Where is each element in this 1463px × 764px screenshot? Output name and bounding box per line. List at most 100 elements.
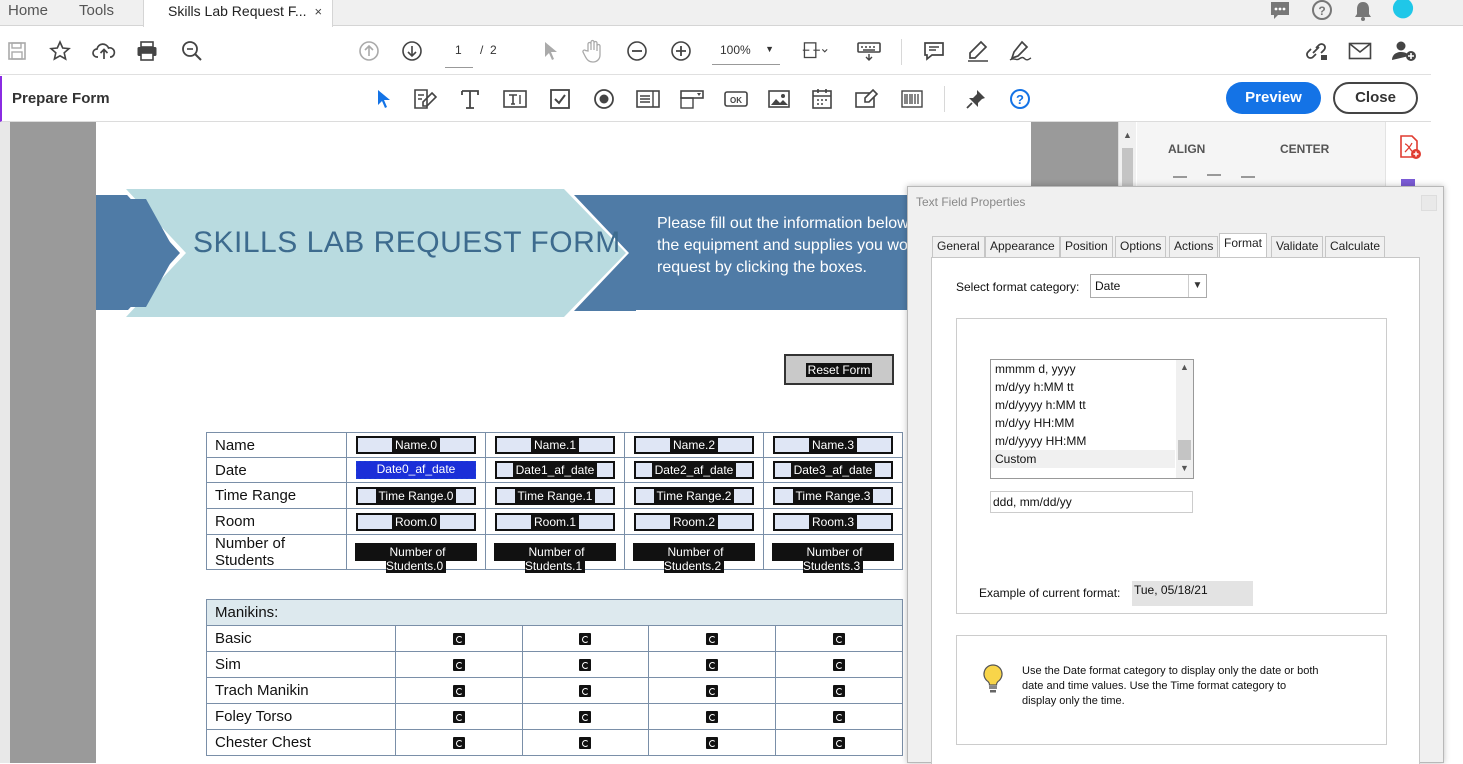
upload-cloud-icon[interactable] [91,38,117,64]
star-icon[interactable] [47,38,73,64]
checkbox-field[interactable] [579,684,592,697]
tab-home[interactable]: Home [8,0,48,26]
time-range-field[interactable]: Time Range.0 [356,486,476,505]
tab-format[interactable]: Format [1219,233,1268,258]
checkbox-field[interactable] [452,658,465,671]
format-category-select[interactable]: Date ▼ [1090,274,1207,298]
avatar[interactable] [1392,0,1414,22]
list-scrollbar[interactable]: ▲ ▼ [1176,360,1193,478]
radio-button-icon[interactable] [591,86,617,112]
save-icon[interactable] [4,38,30,64]
room-field[interactable]: Room.3 [773,512,893,531]
checkbox-field[interactable] [452,710,465,723]
checkbox-field[interactable] [706,684,719,697]
list-item[interactable]: m/d/yy h:MM tt [991,378,1175,396]
chat-icon[interactable] [1269,0,1291,22]
name-field[interactable]: Name.1 [495,436,615,454]
tab-appearance[interactable]: Appearance [985,236,1060,257]
zoom-select[interactable]: 100% ▼ [712,43,780,65]
students-field[interactable]: Number of Students.2 [633,543,755,573]
hand-tool-icon[interactable] [580,38,606,64]
page-down-icon[interactable] [399,38,425,64]
checkbox-tool-icon[interactable] [547,86,573,112]
sign-icon[interactable] [1008,38,1034,64]
list-item[interactable]: m/d/yyyy h:MM tt [991,396,1175,414]
checkbox-field[interactable] [452,736,465,749]
room-field[interactable]: Room.0 [356,512,476,531]
checkbox-field[interactable] [706,710,719,723]
tab-calculate[interactable]: Calculate [1325,236,1386,257]
tab-position[interactable]: Position [1060,236,1113,257]
keyboard-icon[interactable] [856,38,882,64]
edit-fields-icon[interactable] [412,86,438,112]
align-left-icon[interactable] [1173,176,1187,186]
pin-icon[interactable] [963,86,989,112]
checkbox-field[interactable] [833,736,846,749]
comment-icon[interactable] [921,38,947,64]
date-field-selected[interactable]: Date0_af_date [356,461,476,479]
dialog-close-icon[interactable] [1421,195,1437,211]
checkbox-field[interactable] [833,658,846,671]
share-link-icon[interactable] [1303,38,1329,64]
zoom-in-icon[interactable] [668,38,694,64]
students-field[interactable]: Number of Students.3 [772,543,894,573]
date-field[interactable]: Date2_af_date [634,461,754,479]
text-tool-icon[interactable] [457,86,483,112]
time-range-field[interactable]: Time Range.2 [634,486,754,505]
tab-actions[interactable]: Actions [1169,236,1219,257]
help-icon[interactable]: ? [1311,0,1333,22]
align-right-icon[interactable] [1241,176,1255,186]
add-user-icon[interactable] [1391,38,1417,64]
list-item[interactable]: mmmm d, yyyy [991,360,1175,378]
create-pdf-icon[interactable] [1398,134,1422,160]
preview-button[interactable]: Preview [1226,82,1321,114]
scroll-thumb[interactable] [1178,440,1191,460]
tab-validate[interactable]: Validate [1271,236,1324,257]
tab-general[interactable]: General [932,236,985,257]
list-item[interactable]: m/d/yy HH:MM [991,414,1175,432]
zoom-out-icon[interactable] [624,38,650,64]
name-field[interactable]: Name.0 [356,436,476,454]
name-field[interactable]: Name.3 [773,436,893,454]
page-up-icon[interactable] [356,38,382,64]
date-field-icon[interactable] [810,86,836,112]
date-field[interactable]: Date1_af_date [495,461,615,479]
close-button[interactable]: Close [1333,82,1418,114]
checkbox-field[interactable] [452,632,465,645]
image-field-icon[interactable] [766,86,792,112]
name-field[interactable]: Name.2 [634,436,754,454]
room-field[interactable]: Room.2 [634,512,754,531]
zoom-search-icon[interactable] [179,38,205,64]
select-arrow-icon[interactable] [370,86,396,112]
print-icon[interactable] [134,38,160,64]
close-tab-icon[interactable]: × [315,4,323,19]
email-icon[interactable] [1347,38,1373,64]
checkbox-field[interactable] [452,684,465,697]
list-box-icon[interactable] [635,86,661,112]
students-field[interactable]: Number of Students.0 [355,543,477,573]
checkbox-field[interactable] [833,684,846,697]
checkbox-field[interactable] [579,658,592,671]
students-field[interactable]: Number of Students.1 [494,543,616,573]
checkbox-field[interactable] [833,710,846,723]
list-item[interactable]: m/d/yyyy HH:MM [991,432,1175,450]
highlight-pen-icon[interactable] [965,38,991,64]
button-tool-icon[interactable]: OK [723,86,749,112]
select-cursor-icon[interactable] [537,38,563,64]
time-range-field[interactable]: Time Range.1 [495,486,615,505]
checkbox-field[interactable] [706,632,719,645]
checkbox-field[interactable] [579,632,592,645]
time-range-field[interactable]: Time Range.3 [773,486,893,505]
bell-icon[interactable] [1352,0,1374,22]
checkbox-field[interactable] [706,658,719,671]
left-pane-strip[interactable] [0,122,10,763]
tab-options[interactable]: Options [1115,236,1167,257]
align-center-icon[interactable] [1207,174,1221,186]
reset-form-button[interactable]: Reset Form [784,354,894,385]
dropdown-tool-icon[interactable] [679,86,705,112]
text-field-icon[interactable] [502,86,528,112]
date-format-list[interactable]: mmmm d, yyyy m/d/yy h:MM tt m/d/yyyy h:M… [990,359,1194,479]
date-field[interactable]: Date3_af_date [773,461,893,479]
tab-tools[interactable]: Tools [79,0,114,26]
tab-document[interactable]: Skills Lab Request F... × [143,0,334,27]
